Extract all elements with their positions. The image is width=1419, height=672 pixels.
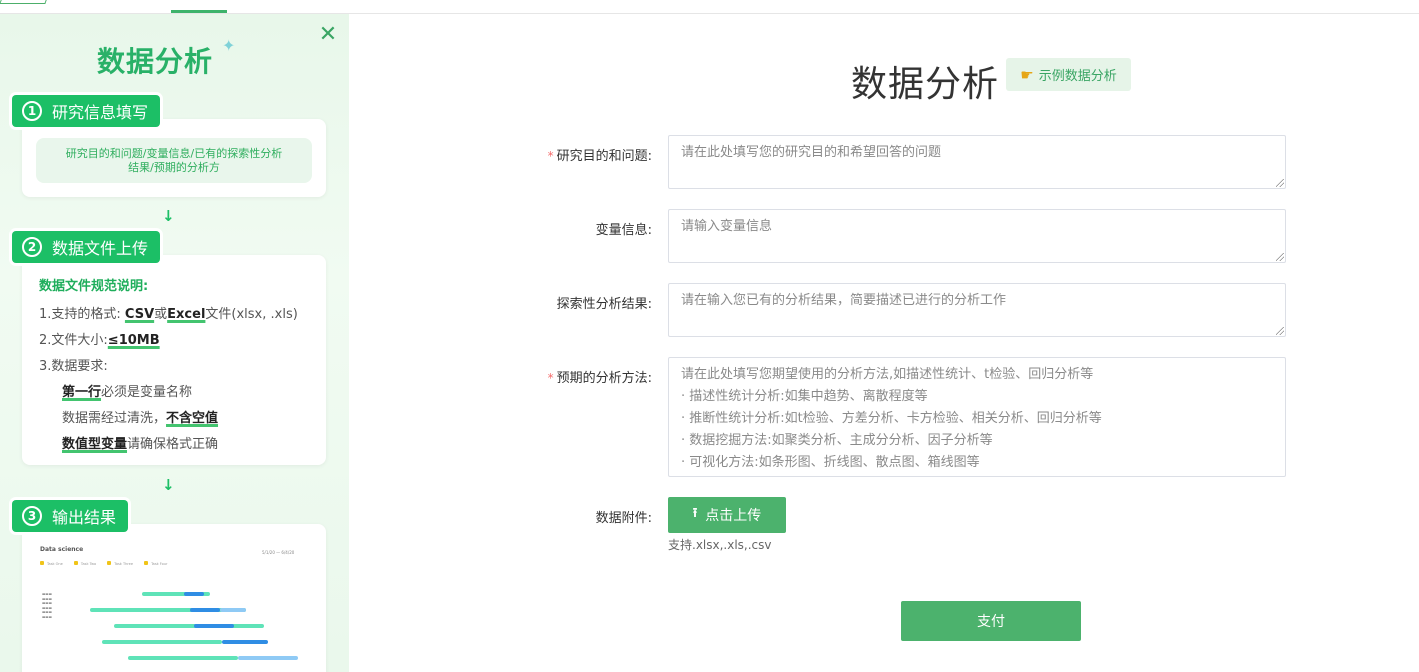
upload-button[interactable]: ⭱ 点击上传 (668, 497, 786, 533)
guide-sidebar: ✕ 数据分析 ✦ 研究目的和问题/变量信息/已有的探索性分析 结果/预期的分析方… (0, 14, 349, 672)
step2-label: 数据文件上传 (52, 239, 149, 258)
preview-bar (238, 656, 298, 660)
preview-bar (190, 608, 220, 612)
upload-hint: 支持.xlsx,.xls,.csv (668, 538, 772, 552)
variable-info-placeholder: 请输入变量信息 (681, 219, 773, 234)
step3-tag: 3 输出结果 (12, 500, 129, 532)
attachment-label: 数据附件: (595, 511, 652, 526)
step3-label: 输出结果 (52, 508, 117, 527)
req-first-row: 第一行必须是变量名称 (62, 385, 193, 400)
analysis-method-placeholder-line: · 数据挖掘方法:如聚类分析、主成分分析、因子分析等 (681, 433, 993, 448)
preview-title: Data science (40, 546, 84, 553)
example-analysis-label: 示例数据分析 (1038, 69, 1117, 84)
preview-bar (184, 592, 204, 596)
analysis-method-placeholder-line: · 推断性统计分析:如t检验、方差分析、卡方检验、相关分析、回归分析等 (681, 411, 1102, 426)
arrow-down-icon: ↓ (162, 476, 175, 494)
step2-card: 数据文件规范说明: 1.支持的格式: CSV或Excel文件(xlsx, .xl… (22, 255, 326, 465)
req-clean: 数据需经过清洗，不含空值 (62, 411, 219, 426)
active-tab-indicator (171, 10, 227, 13)
pointing-hand-icon: ☛ (1020, 65, 1034, 84)
sparkle-icon: ✦ (222, 36, 236, 55)
variable-info-input[interactable]: 请输入变量信息 (668, 209, 1286, 263)
step3-number: 3 (22, 506, 42, 526)
result-preview: Data science 5/1/20 — 6/4/20 Task One Ta… (34, 540, 324, 672)
step1-description: 研究目的和问题/变量信息/已有的探索性分析 结果/预期的分析方 (36, 138, 312, 183)
preview-bar (128, 656, 238, 660)
pay-button[interactable]: 支付 (901, 601, 1081, 641)
upload-button-label: 点击上传 (705, 508, 762, 524)
preview-legend: Task One Task Two Task Three Task Four (40, 561, 177, 566)
analysis-method-input[interactable]: 请在此处填写您期望使用的分析方法,如描述性统计、t检验、回归分析等 · 描述性统… (668, 357, 1286, 477)
preview-bar (194, 624, 234, 628)
rule-data: 3.数据要求: (39, 359, 108, 374)
rule-size: 2.文件大小:≤10MB (39, 333, 160, 348)
step1-label: 研究信息填写 (52, 103, 149, 122)
preview-ylabels: ▬▬▬ ▬▬▬ ▬▬▬ ▬▬▬ ▬▬▬ ▬▬▬ (42, 592, 52, 619)
research-question-placeholder: 请在此处填写您的研究目的和希望回答的问题 (681, 145, 942, 160)
sidebar-title: 数据分析 (97, 45, 214, 78)
logo-corner (0, 0, 47, 4)
arrow-down-icon: ↓ (162, 207, 175, 225)
preview-bar (114, 624, 264, 628)
step2-number: 2 (22, 237, 42, 257)
exploratory-results-label: 探索性分析结果: (556, 297, 652, 312)
resize-handle[interactable] (1276, 179, 1284, 187)
step1-number: 1 (22, 101, 42, 121)
req-numeric: 数值型变量请确保格式正确 (62, 437, 219, 452)
top-bar (0, 0, 1419, 14)
analysis-method-label: * 预期的分析方法: (547, 371, 652, 386)
spec-title: 数据文件规范说明: (39, 279, 149, 294)
preview-bar (102, 640, 222, 644)
analysis-method-placeholder-line: 请在此处填写您期望使用的分析方法,如描述性统计、t检验、回归分析等 (681, 367, 1094, 382)
resize-handle[interactable] (1276, 253, 1284, 261)
research-question-input[interactable]: 请在此处填写您的研究目的和希望回答的问题 (668, 135, 1286, 189)
page-title: 数据分析 (851, 64, 1000, 105)
analysis-form: 数据分析 ☛ 示例数据分析 * 研究目的和问题: 请在此处填写您的研究目的和希望回… (349, 14, 1419, 672)
example-analysis-button[interactable]: ☛ 示例数据分析 (1006, 58, 1131, 91)
preview-bar (220, 608, 246, 612)
resize-handle[interactable] (1276, 327, 1284, 335)
analysis-method-placeholder-line: · 可视化方法:如条形图、折线图、散点图、箱线图等 (681, 455, 980, 470)
step3-card: Data science 5/1/20 — 6/4/20 Task One Ta… (22, 524, 326, 672)
research-question-label: * 研究目的和问题: (547, 149, 652, 164)
exploratory-results-placeholder: 请在输入您已有的分析结果，简要描述已进行的分析工作 (681, 293, 1007, 308)
step1-card: 研究目的和问题/变量信息/已有的探索性分析 结果/预期的分析方 (22, 119, 326, 197)
step1-tag: 1 研究信息填写 (12, 95, 161, 127)
upload-icon: ⭱ (692, 506, 698, 521)
preview-date: 5/1/20 — 6/4/20 (262, 550, 295, 555)
rule-format: 1.支持的格式: CSV或Excel文件(xlsx, .xls) (39, 307, 298, 322)
close-icon[interactable]: ✕ (318, 24, 338, 46)
exploratory-results-input[interactable]: 请在输入您已有的分析结果，简要描述已进行的分析工作 (668, 283, 1286, 337)
analysis-method-placeholder-line: · 描述性统计分析:如集中趋势、离散程度等 (681, 389, 928, 404)
variable-info-label: 变量信息: (595, 223, 652, 238)
preview-bar (222, 640, 268, 644)
step2-tag: 2 数据文件上传 (12, 231, 161, 263)
